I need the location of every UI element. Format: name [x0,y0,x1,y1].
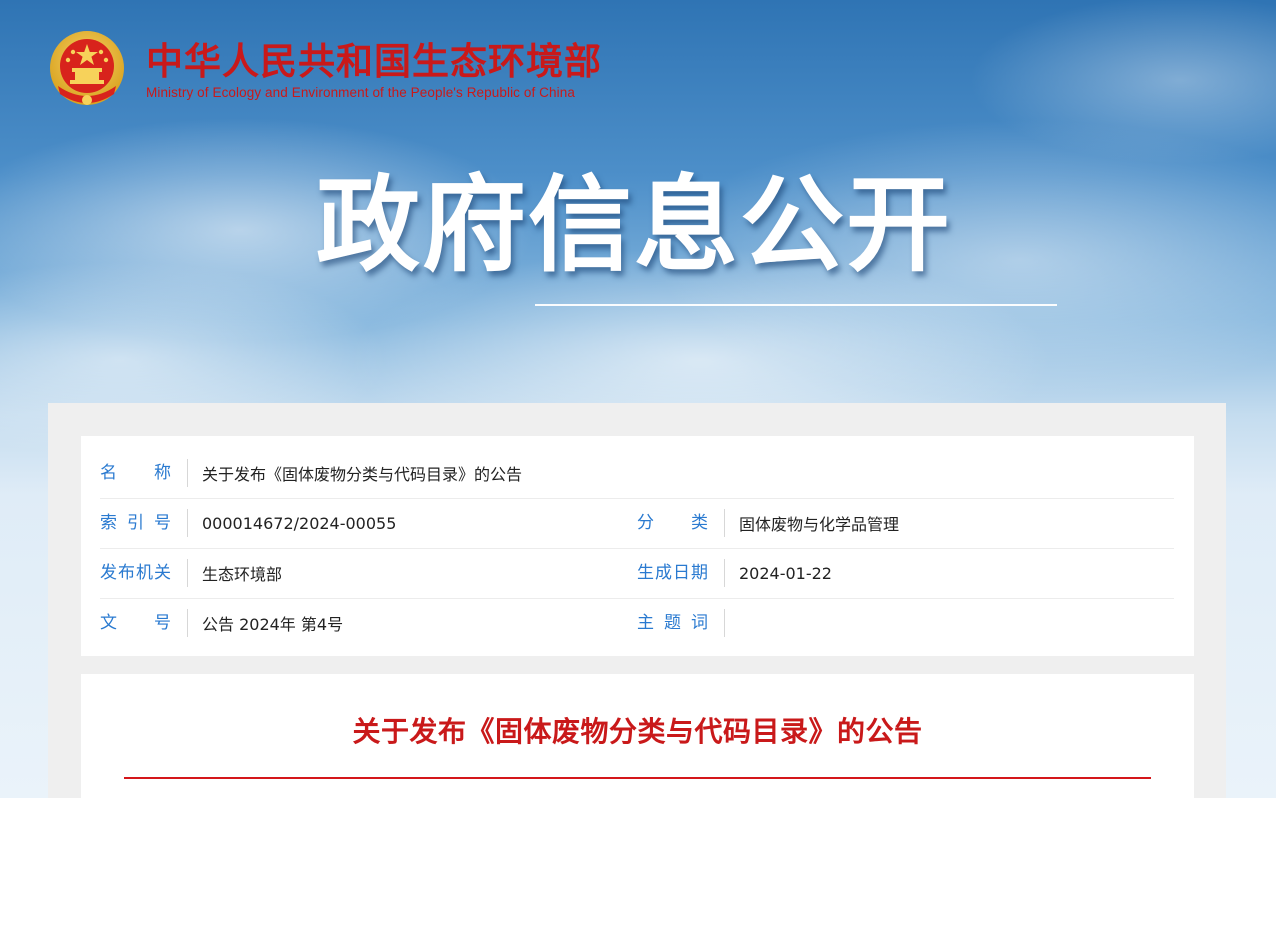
info-value: 2024-01-22 [739,563,832,583]
info-separator [187,459,188,487]
info-separator [187,609,188,637]
info-value: 公告 2024年 第4号 [202,615,344,634]
document-title-card: 关于发布《固体废物分类与代码目录》的公告 [81,674,1194,798]
banner-title: 政府信息公开 [316,164,953,286]
info-value: 生态环境部 [202,565,283,584]
ministry-name-en: Ministry of Ecology and Environment of t… [146,84,575,100]
info-separator [187,559,188,587]
info-row-name: 名称 关于发布《固体废物分类与代码目录》的公告 [100,448,1174,499]
info-label: 文号 [100,613,171,633]
info-row-publisher: 发布机关 生态环境部 生成日期 2024-01-22 [100,548,1174,599]
info-label: 主题词 [637,613,708,633]
blank-area [0,798,1276,930]
info-label: 名称 [100,463,171,483]
info-label: 发布机关 [100,563,171,583]
info-cell: 名称 关于发布《固体废物分类与代码目录》的公告 [100,448,522,498]
document-info-table: 名称 关于发布《固体废物分类与代码目录》的公告 索引号 000014672/20… [81,436,1194,656]
info-separator [187,509,188,537]
info-cell: 发布机关 生态环境部 [100,548,282,598]
title-divider [124,777,1151,779]
info-cell: 索引号 000014672/2024-00055 [100,498,396,548]
info-value: 关于发布《固体废物分类与代码目录》的公告 [202,465,523,484]
info-cell: 主题词 [637,598,739,648]
info-row-index: 索引号 000014672/2024-00055 分类 固体废物与化学品管理 [100,498,1174,549]
info-row-docnum: 文号 公告 2024年 第4号 主题词 [100,598,1174,648]
info-cell: 生成日期 2024-01-22 [637,548,832,598]
info-cell: 分类 固体废物与化学品管理 [637,498,899,548]
info-separator [724,559,725,587]
content-area: 名称 关于发布《固体废物分类与代码目录》的公告 索引号 000014672/20… [48,403,1226,798]
info-label: 索引号 [100,513,171,533]
document-title: 关于发布《固体废物分类与代码目录》的公告 [352,715,923,748]
info-separator [724,609,725,637]
site-logo[interactable]: 中华人民共和国生态环境部 Ministry of Ecology and Env… [48,28,602,112]
info-value: 固体废物与化学品管理 [739,515,900,534]
info-cell: 文号 公告 2024年 第4号 [100,598,343,648]
ministry-name: 中华人民共和国生态环境部 Ministry of Ecology and Env… [146,39,602,100]
info-separator [724,509,725,537]
info-label: 分类 [637,513,708,533]
banner-underline [535,304,1057,306]
ministry-name-cn: 中华人民共和国生态环境部 [146,39,602,83]
national-emblem-icon [48,28,126,112]
page-viewport: 中华人民共和国生态环境部 Ministry of Ecology and Env… [0,0,1276,798]
info-label: 生成日期 [637,563,708,583]
info-value: 000014672/2024-00055 [202,513,397,533]
